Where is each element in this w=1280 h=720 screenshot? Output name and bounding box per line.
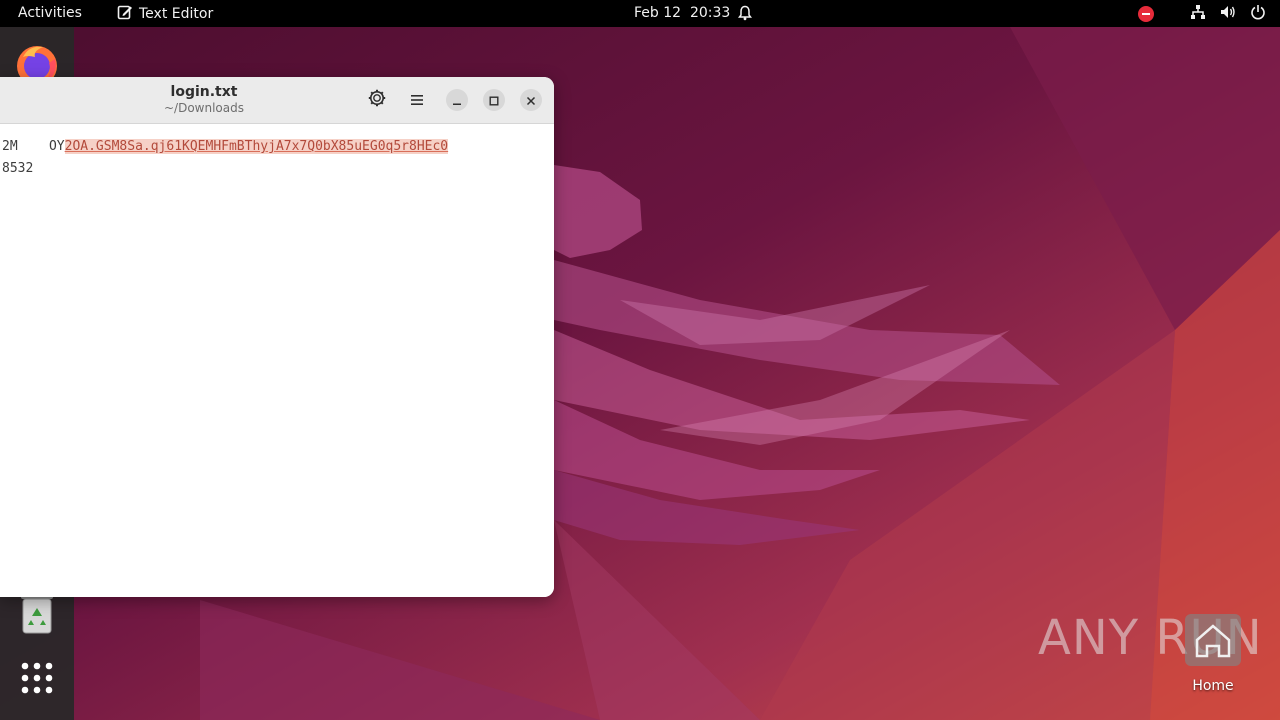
system-status-area[interactable] xyxy=(1138,4,1266,24)
editor-title: login.txt xyxy=(170,84,238,100)
minimize-icon xyxy=(452,91,462,110)
text-editor-small-icon xyxy=(117,4,133,24)
hamburger-menu-icon xyxy=(410,91,424,110)
text-editor-window: login.txt ~/Downloads 2M OY2OA.GSM8Sa.qj… xyxy=(0,77,554,597)
main-menu-button[interactable] xyxy=(405,88,429,112)
line1-prefix: 2M xyxy=(2,139,18,154)
line1-hidden: OY xyxy=(17,139,65,154)
document-settings-button[interactable] xyxy=(365,88,389,112)
network-icon xyxy=(1190,4,1206,24)
editor-text-area[interactable]: 2M OY2OA.GSM8Sa.qj61KQEMHFmBThyjA7x7Q0bX… xyxy=(0,124,554,597)
editor-headerbar[interactable]: login.txt ~/Downloads xyxy=(0,77,554,124)
do-not-disturb-icon[interactable] xyxy=(1138,6,1154,22)
close-icon xyxy=(526,91,536,110)
notification-bell-icon[interactable] xyxy=(738,5,752,25)
highlighted-token: 2OA.GSM8Sa.qj61KQEMHFmBThyjA7x7Q0bX85uEG… xyxy=(64,139,449,154)
activities-button[interactable]: Activities xyxy=(18,5,82,21)
editor-subtitle: ~/Downloads xyxy=(164,101,244,115)
minimize-button[interactable] xyxy=(446,89,468,111)
clock-date: Feb 12 xyxy=(634,5,682,21)
maximize-button[interactable] xyxy=(483,89,505,111)
clock[interactable]: Feb 12 20:33 xyxy=(634,5,730,21)
maximize-icon xyxy=(489,91,499,110)
app-menu-label: Text Editor xyxy=(139,6,214,22)
text-line-2: 8532 xyxy=(2,161,34,176)
home-folder-icon xyxy=(1185,614,1241,666)
top-panel: Activities Text Editor Feb 12 20:33 xyxy=(0,0,1280,27)
power-icon xyxy=(1250,4,1266,24)
app-grid-icon xyxy=(20,661,54,699)
editor-title-box: login.txt ~/Downloads xyxy=(150,84,258,115)
home-folder-label: Home xyxy=(1192,678,1234,694)
app-menu[interactable]: Text Editor xyxy=(117,4,213,24)
trash-icon xyxy=(17,590,57,640)
volume-icon xyxy=(1220,4,1236,24)
clock-time: 20:33 xyxy=(689,5,731,21)
dock-show-applications[interactable] xyxy=(5,648,69,712)
desktop-home-folder[interactable]: Home xyxy=(1182,614,1244,694)
text-line-1: 2M OY2OA.GSM8Sa.qj61KQEMHFmBThyjA7x7Q0bX… xyxy=(2,139,449,154)
close-button[interactable] xyxy=(520,89,542,111)
gear-icon xyxy=(368,89,386,111)
